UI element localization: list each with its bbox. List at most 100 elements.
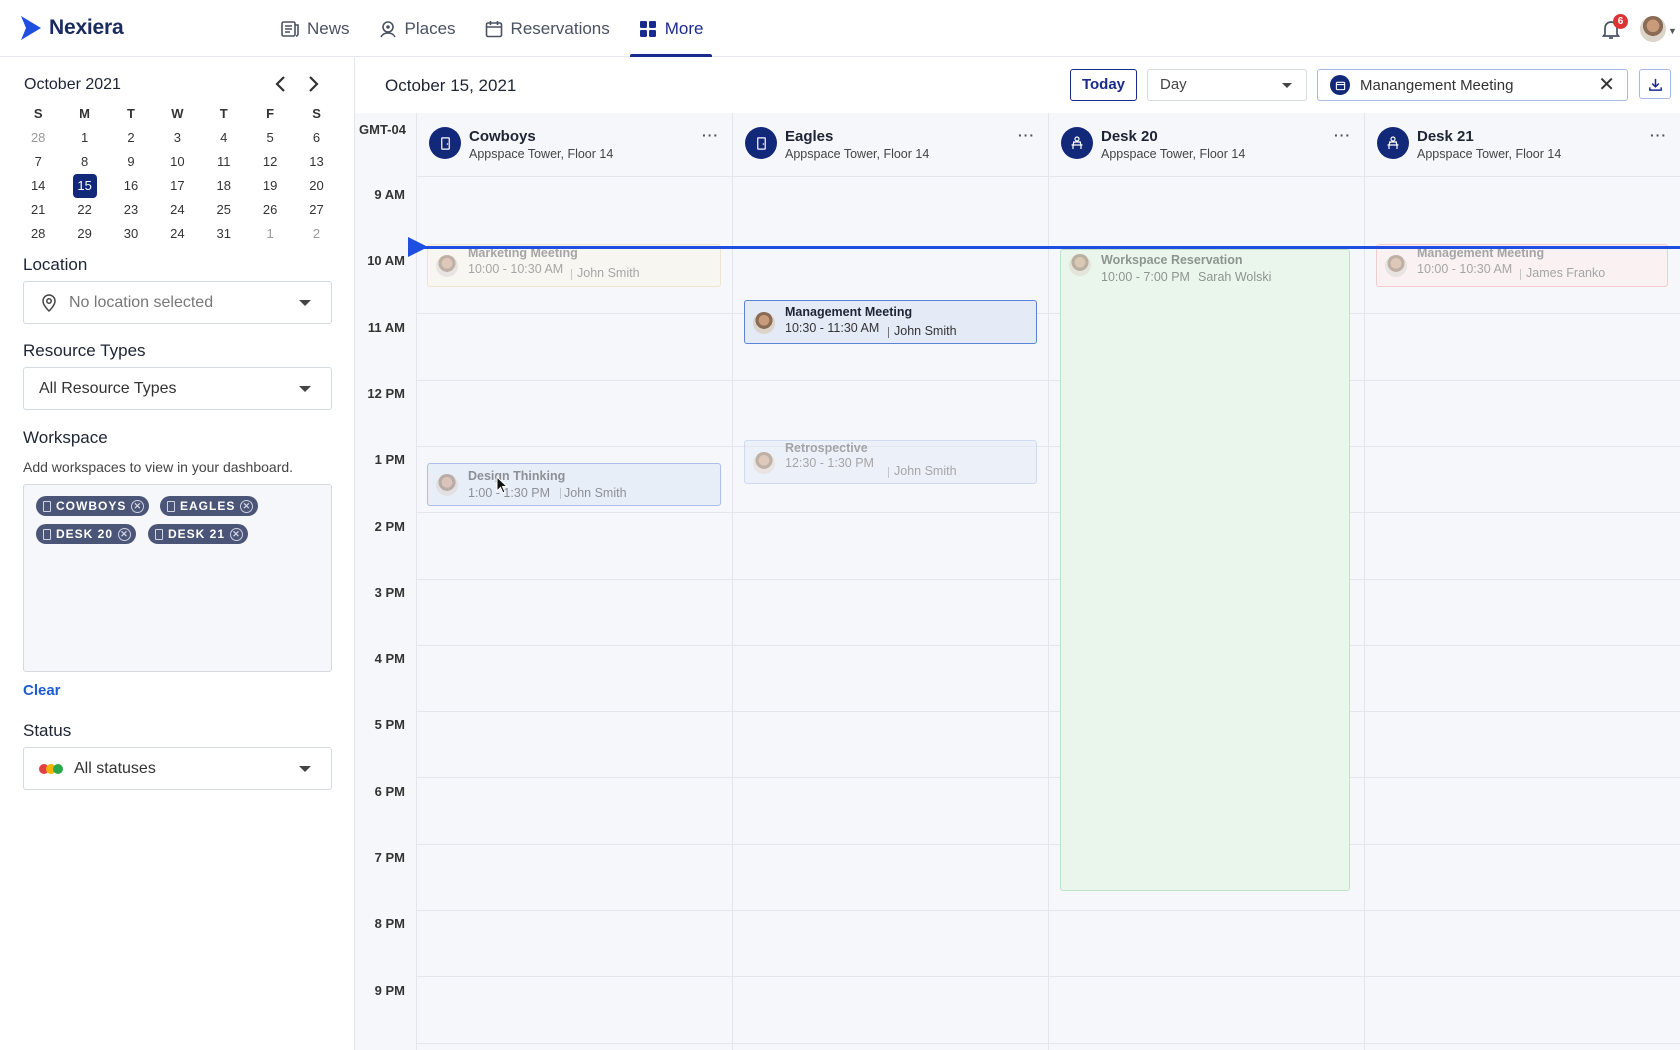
workspace-chip-box[interactable]: COWBOYS ✕ EAGLES ✕ DESK 20 ✕ DESK 21 ✕ [23,484,332,672]
remove-chip-icon[interactable]: ✕ [230,527,244,541]
weekday-header: M [79,106,90,121]
event-design-thinking[interactable]: Design Thinking 1:00 - 1:30 PM John Smit… [427,463,721,506]
avatar [753,312,775,334]
event-search-value: Manangement Meeting [1360,76,1514,94]
caret-down-icon [299,766,311,772]
weekday-header: T [219,106,228,121]
calendar-day[interactable]: 12 [247,150,293,174]
more-options-icon[interactable]: ··· [702,127,719,143]
chip-label: DESK 20 [56,527,114,541]
calendar-day-number: 26 [262,202,278,217]
calendar-day[interactable]: 25 [201,198,247,222]
calendar-day[interactable]: 20 [293,174,339,198]
event-retrospective[interactable]: Retrospective 12:30 - 1:30 PM John Smith [744,440,1037,484]
calendar-day[interactable]: 13 [293,150,339,174]
calendar-day[interactable]: 28 [15,126,61,150]
event-management-meeting[interactable]: Management Meeting 10:00 - 10:30 AM Jame… [1376,244,1668,287]
calendar-day[interactable]: 31 [201,222,247,246]
resource-location: Appspace Tower, Floor 14 [1417,147,1562,161]
event-title: Workspace Reservation [1101,253,1243,267]
calendar-day[interactable]: 28 [15,222,61,246]
close-icon[interactable]: ✕ [1598,75,1615,95]
location-select[interactable]: No location selected [23,281,332,324]
nav-item-places[interactable]: Places [364,0,470,57]
remove-chip-icon[interactable]: ✕ [118,527,132,541]
calendar-day[interactable]: 11 [201,150,247,174]
workspace-chip-desk-20[interactable]: DESK 20 ✕ [36,524,137,544]
calendar-day[interactable]: 2 [293,222,339,246]
more-options-icon[interactable]: ··· [1650,127,1667,143]
calendar-day[interactable]: 16 [108,174,154,198]
calendar-day[interactable]: 30 [108,222,154,246]
calendar-day[interactable]: 5 [247,126,293,150]
nav-item-reservations[interactable]: Reservations [470,0,624,57]
calendar-day[interactable]: 21 [15,198,61,222]
resource-types-select[interactable]: All Resource Types [23,367,332,410]
event-management-meeting[interactable]: Management Meeting 10:30 - 11:30 AM John… [744,300,1037,344]
calendar-day-number: 16 [123,178,139,193]
calendar-icon [485,20,502,37]
current-time-marker-icon [408,237,428,257]
calendar-day-number: 6 [312,130,321,145]
calendar-day[interactable]: 7 [15,150,61,174]
calendar-day[interactable]: 4 [201,126,247,150]
calendar-day[interactable]: 23 [108,198,154,222]
today-button[interactable]: Today [1070,69,1137,101]
remove-chip-icon[interactable]: ✕ [240,499,254,513]
workspace-chip-cowboys[interactable]: COWBOYS ✕ [36,496,150,516]
event-time: 1:00 - 1:30 PM [468,486,550,500]
event-person: John Smith [894,464,957,478]
hour-label: 1 PM [374,452,405,468]
calendar-day[interactable]: 22 [61,198,107,222]
workspace-chip-eagles[interactable]: EAGLES ✕ [160,496,259,516]
calendar-day[interactable]: 24 [154,198,200,222]
calendar-day[interactable]: 1 [61,126,107,150]
event-marketing-meeting[interactable]: Marketing Meeting 10:00 - 10:30 AM John … [427,244,721,287]
calendar-day[interactable]: 8 [61,150,107,174]
view-mode-select[interactable]: Day [1147,69,1307,101]
workspace-chip-desk-21[interactable]: DESK 21 ✕ [148,524,249,544]
calendar-day[interactable]: 27 [293,198,339,222]
resource-column-desk-21: Desk 21 Appspace Tower, Floor 14 ··· Man… [1365,113,1680,1050]
user-avatar[interactable] [1640,16,1666,42]
calendar-day[interactable]: 18 [201,174,247,198]
remove-chip-icon[interactable]: ✕ [131,499,145,513]
calendar-day[interactable]: 17 [154,174,200,198]
calendar-day[interactable]: 15 [61,174,107,198]
clear-workspaces-link[interactable]: Clear [23,682,61,699]
chevron-right-icon[interactable] [302,73,324,95]
location-label: Location [23,255,88,274]
calendar-day[interactable]: 19 [247,174,293,198]
calendar-day[interactable]: 26 [247,198,293,222]
event-search-filter[interactable]: Manangement Meeting ✕ [1317,69,1628,101]
calendar-day[interactable]: 10 [154,150,200,174]
brand-logo[interactable]: Nexiera [19,14,124,42]
status-select[interactable]: All statuses [23,747,332,790]
more-options-icon[interactable]: ··· [1334,127,1351,143]
calendar-day[interactable]: 6 [293,126,339,150]
calendar-day-number: 9 [127,154,135,169]
resource-header: Desk 21 Appspace Tower, Floor 14 ··· [1365,113,1680,177]
download-button[interactable] [1639,69,1671,99]
nav-item-news[interactable]: News [266,0,364,57]
current-time-indicator [408,246,1680,249]
calendar-day[interactable]: 2 [108,126,154,150]
calendar-day-number: 19 [262,178,278,193]
avatar [436,255,458,277]
calendar-day[interactable]: 14 [15,174,61,198]
event-workspace-reservation[interactable]: Workspace Reservation 10:00 - 7:00 PM Sa… [1060,249,1350,891]
calendar-day[interactable]: 24 [154,222,200,246]
calendar-day[interactable]: 29 [61,222,107,246]
calendar-day[interactable]: 9 [108,150,154,174]
location-pin-icon [42,293,56,312]
hour-label: 4 PM [374,651,405,667]
calendar-day[interactable]: 1 [247,222,293,246]
workspace-description: Add workspaces to view in your dashboard… [23,459,294,475]
nav-item-more[interactable]: More [624,0,718,57]
chevron-left-icon[interactable] [270,73,292,95]
chevron-down-icon[interactable]: ▼ [1668,26,1677,36]
more-options-icon[interactable]: ··· [1018,127,1035,143]
event-title: Management Meeting [785,305,913,319]
calendar-day[interactable]: 3 [154,126,200,150]
resource-location: Appspace Tower, Floor 14 [1101,147,1246,161]
